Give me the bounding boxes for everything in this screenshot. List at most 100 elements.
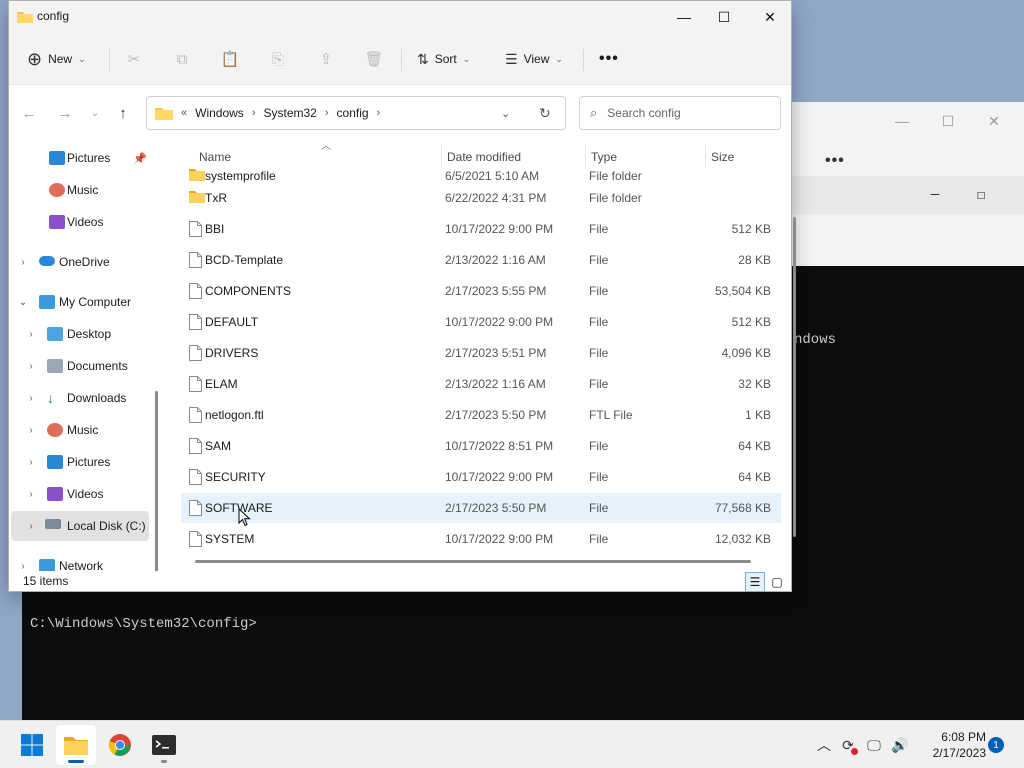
chevron-right-icon[interactable]: › — [25, 521, 37, 532]
chevron-right-icon[interactable]: › — [377, 107, 381, 119]
terminal-minimize-button[interactable]: — — [912, 182, 958, 208]
chevron-right-icon[interactable]: › — [25, 393, 37, 404]
file-date: 2/17/2023 5:55 PM — [445, 284, 547, 298]
chevron-down-icon[interactable]: ⌄ — [17, 297, 29, 308]
refresh-icon[interactable]: ↻ — [539, 105, 551, 122]
file-row[interactable]: netlogon.ftl 2/17/2023 5:50 PM FTL File 1 K… — [181, 400, 781, 430]
terminal-prompt[interactable]: C:\Windows\System32\config> — [30, 616, 257, 632]
file-name: DRIVERS — [205, 346, 259, 360]
breadcrumb-windows[interactable]: Windows — [195, 106, 244, 120]
chevron-right-icon[interactable]: › — [17, 561, 29, 572]
taskbar-file-explorer[interactable] — [56, 725, 96, 765]
view-button[interactable]: ☰ View ⌄ — [505, 47, 563, 71]
start-button[interactable] — [12, 725, 52, 765]
chevron-right-icon[interactable]: › — [325, 107, 329, 119]
sort-button[interactable]: ⇅ Sort ⌄ — [417, 47, 470, 71]
new-button[interactable]: ⊕ New ⌄ — [27, 47, 86, 71]
search-box[interactable]: ⌕ Search config — [579, 96, 781, 130]
file-date: 2/17/2023 5:51 PM — [445, 346, 547, 360]
address-bar[interactable]: « Windows › System32 › config › ⌄ ↻ — [146, 96, 566, 130]
nav-item-documents[interactable]: › Documents — [9, 351, 159, 381]
show-hidden-icons-chevron-icon[interactable]: ︿ — [814, 735, 834, 755]
nav-item-network[interactable]: › Network — [9, 551, 159, 571]
delete-icon[interactable]: 🗑 — [364, 49, 384, 69]
file-size: 512 KB — [731, 315, 771, 329]
file-row[interactable]: SAM 10/17/2022 8:51 PM File 64 KB — [181, 431, 781, 461]
breadcrumb-system32[interactable]: System32 — [263, 106, 316, 120]
network-status-icon[interactable]: 🖵 — [864, 735, 884, 755]
file-explorer-icon — [64, 737, 88, 755]
chevron-right-icon[interactable]: › — [25, 329, 37, 340]
details-view-icon[interactable]: ☰ — [745, 572, 765, 592]
copy-icon[interactable]: ⧉ — [172, 49, 192, 69]
share-icon[interactable]: ⇪ — [316, 49, 336, 69]
chevron-right-icon[interactable]: › — [25, 457, 37, 468]
file-row[interactable]: SOFTWARE 2/17/2023 5:50 PM File 77,568 KB — [181, 493, 781, 523]
up-icon[interactable]: ↑ — [113, 103, 133, 123]
file-row[interactable]: ELAM 2/13/2022 1:16 AM File 32 KB — [181, 369, 781, 399]
nav-item-my-computer[interactable]: ⌄ My Computer — [9, 287, 159, 317]
list-horizontal-scrollbar[interactable] — [195, 560, 751, 563]
file-name: TxR — [205, 191, 227, 205]
sync-icon[interactable]: ⟳ — [838, 735, 858, 755]
nav-item-downloads[interactable]: › ↓ Downloads — [9, 383, 159, 413]
file-type: File — [589, 532, 609, 546]
bg-more-icon[interactable]: ••• — [825, 152, 845, 170]
nav-scrollbar[interactable] — [155, 391, 158, 571]
nav-item-music[interactable]: › Music — [9, 415, 159, 445]
nav-label: Music — [67, 423, 99, 437]
breadcrumb-config[interactable]: config — [337, 106, 369, 120]
paste-icon[interactable]: 📋 — [220, 49, 240, 69]
chevron-right-icon[interactable]: › — [25, 425, 37, 436]
nav-item-pictures-pinned[interactable]: Pictures 📌 — [9, 143, 159, 173]
chevron-right-icon[interactable]: › — [252, 107, 256, 119]
divider — [583, 49, 584, 71]
tiles-view-icon[interactable]: ▢ — [767, 572, 787, 592]
list-vertical-scrollbar[interactable] — [793, 217, 796, 537]
nav-label: Local Disk (C:) — [67, 519, 146, 533]
nav-label: Downloads — [67, 391, 127, 405]
taskbar-terminal[interactable] — [144, 725, 184, 765]
view-label: View — [523, 52, 550, 66]
nav-item-videos[interactable]: › Videos — [9, 479, 159, 509]
volume-icon[interactable]: 🔊 — [890, 735, 910, 755]
recent-chevron-icon[interactable]: ⌄ — [85, 103, 105, 123]
file-row[interactable]: SYSTEM 10/17/2022 9:00 PM File 12,032 KB — [181, 524, 781, 554]
nav-item-music-pinned[interactable]: Music — [9, 175, 159, 205]
chevron-right-icon[interactable]: › — [25, 361, 37, 372]
file-row[interactable]: TxR 6/22/2022 4:31 PM File folder — [181, 183, 781, 213]
bg-maximize-button[interactable]: ☐ — [925, 108, 971, 134]
nav-item-pictures[interactable]: › Pictures — [9, 447, 159, 477]
chevron-right-icon[interactable]: › — [25, 489, 37, 500]
nav-item-videos-pinned[interactable]: Videos — [9, 207, 159, 237]
folder-icon — [189, 191, 205, 203]
terminal-tab-close-icon[interactable]: ✕ — [1008, 226, 1024, 252]
file-row[interactable]: DEFAULT 10/17/2022 9:00 PM File 512 KB — [181, 307, 781, 337]
file-row[interactable]: SECURITY 10/17/2022 9:00 PM File 64 KB — [181, 462, 781, 492]
bg-close-button[interactable]: ✕ — [971, 108, 1017, 134]
cut-icon[interactable]: ✂ — [124, 49, 144, 69]
file-row[interactable]: DRIVERS 2/17/2023 5:51 PM File 4,096 KB — [181, 338, 781, 368]
overflow-icon[interactable]: « — [181, 107, 187, 119]
clock[interactable]: 6:08 PM 2/17/2023 — [916, 729, 986, 761]
nav-item-desktop[interactable]: › Desktop — [9, 319, 159, 349]
back-icon[interactable]: ← — [19, 103, 39, 123]
bg-minimize-button[interactable]: — — [879, 108, 925, 134]
terminal-maximize-button[interactable]: ☐ — [958, 182, 1004, 208]
close-button[interactable]: ✕ — [747, 1, 793, 33]
more-options-icon[interactable]: ••• — [599, 47, 619, 71]
file-row[interactable]: BBI 10/17/2022 9:00 PM File 512 KB — [181, 214, 781, 244]
file-row[interactable]: COMPONENTS 2/17/2023 5:55 PM File 53,504 KB — [181, 276, 781, 306]
new-label: New — [48, 52, 73, 66]
forward-icon[interactable]: → — [55, 103, 75, 123]
file-row[interactable]: BCD-Template 2/13/2022 1:16 AM File 28 KB — [181, 245, 781, 275]
address-dropdown-icon[interactable]: ⌄ — [501, 107, 510, 120]
nav-item-local-disk[interactable]: › Local Disk (C:) — [11, 511, 149, 541]
chevron-right-icon[interactable]: › — [17, 257, 29, 268]
view-icon: ☰ — [505, 50, 518, 67]
maximize-button[interactable]: ☐ — [701, 1, 747, 33]
nav-item-onedrive[interactable]: › OneDrive — [9, 247, 159, 277]
notification-badge[interactable]: 1 — [988, 737, 1004, 753]
taskbar-chrome[interactable] — [100, 725, 140, 765]
rename-icon[interactable]: ⎘ — [268, 49, 288, 69]
